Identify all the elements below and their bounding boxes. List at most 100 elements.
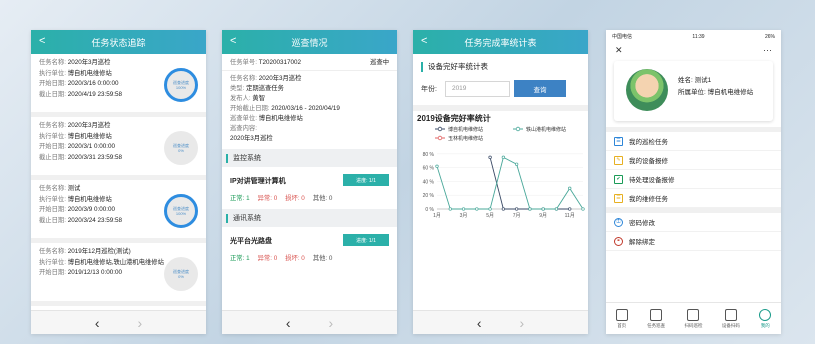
- tab-item[interactable]: 设备扫码: [722, 308, 740, 329]
- other-count: 其他: 0: [312, 195, 333, 202]
- data-point: [501, 155, 506, 159]
- task-field-name: 任务名称: 2020年3月巡检: [39, 121, 198, 132]
- order-row: 任务单号: T20200317002 巡查中: [222, 54, 397, 71]
- legend-marker: [437, 135, 443, 141]
- detail-label: 任务名称:: [230, 75, 257, 82]
- section-title: 通讯系统: [233, 215, 261, 222]
- menu-icon: ✎: [614, 155, 623, 165]
- menu-item[interactable]: ✎ 我的设备报修: [606, 151, 781, 170]
- field-label: 截止日期:: [39, 153, 66, 161]
- year-label: 年份:: [421, 85, 437, 93]
- field-label: 任务名称:: [39, 248, 66, 255]
- query-button[interactable]: 查询: [513, 80, 566, 97]
- task-card[interactable]: 任务名称: 2020年3月巡检 执行单位: 博自机电维修站 开始日期: 2020/3…: [31, 117, 206, 180]
- nav-back-icon[interactable]: ‹: [95, 315, 100, 331]
- menu-item[interactable]: ⚿ 密码修改: [606, 213, 781, 232]
- progress-ring: 巡查进度 100%: [164, 194, 198, 228]
- field-value: 测试: [67, 185, 81, 192]
- detail-label: 巡查单位:: [230, 115, 257, 122]
- detail-row: 巡查单位: 博自机电维修站: [230, 114, 389, 124]
- year-input[interactable]: 2019: [444, 80, 510, 97]
- y-tick-label: 20 %: [423, 193, 435, 199]
- back-icon[interactable]: <: [230, 34, 236, 48]
- menu-item[interactable]: ☰ 我的维修任务: [606, 189, 781, 208]
- tab-item[interactable]: 首页: [615, 308, 628, 329]
- field-value: 2020年3月巡检: [67, 122, 111, 129]
- progress-value: 100%: [175, 85, 187, 90]
- menu-icon: ⚭: [614, 236, 623, 246]
- data-point: [568, 207, 572, 211]
- back-icon[interactable]: <: [421, 34, 427, 48]
- y-tick-label: 60 %: [423, 166, 435, 172]
- field-value: 2020/3/9 0:00:00: [67, 206, 115, 214]
- task-card[interactable]: 任务名称: 2019年12月巡检(测试) 执行单位: 博自机电维修站,轶山港机电维…: [31, 243, 206, 306]
- x-tick-label: 7月: [513, 213, 521, 219]
- legend-marker: [515, 126, 521, 132]
- data-point: [501, 207, 506, 211]
- data-point: [448, 207, 452, 211]
- menu-label: 密码修改: [629, 220, 655, 227]
- series-line: [489, 157, 570, 210]
- task-card[interactable]: 任务名称: 测试 执行单位: 博自机电维修站 开始日期: 2020/3/9 0:00…: [31, 180, 206, 243]
- detail-value: 2020/03/16 - 2020/04/19: [271, 105, 340, 112]
- field-label: 截止日期:: [39, 90, 66, 98]
- line-chart: 2019设备完好率统计博自机电维修站 轶山港机电维修站玉林机电维修站0 %20 %…: [417, 113, 585, 219]
- field-label: 任务名称:: [39, 122, 66, 129]
- menu-icon: ☰: [614, 136, 623, 146]
- data-point: [514, 207, 519, 211]
- back-icon[interactable]: <: [39, 34, 45, 48]
- tab-icon: [615, 308, 628, 321]
- device-item[interactable]: 光平台光路盘 进度: 1/1 正常: 1 异常: 0 损坏: 0 其他: 0: [222, 227, 397, 269]
- screen-statistics: < 任务完成率统计表 设备完好率统计表 年份: 2019 查询 2019设备完好…: [413, 30, 588, 334]
- tab-item[interactable]: 我的: [759, 308, 772, 329]
- progress-button[interactable]: 进度: 1/1: [343, 174, 389, 186]
- tab-item[interactable]: 扫码巡检: [684, 308, 702, 329]
- more-icon[interactable]: ···: [763, 45, 772, 55]
- menu-item[interactable]: ☰ 我的巡检任务: [606, 132, 781, 151]
- data-point: [528, 207, 532, 211]
- tab-label: 任务巡查: [647, 322, 666, 328]
- nav-forward-icon[interactable]: ›: [520, 315, 525, 331]
- damaged-count: 损坏: 0: [285, 195, 305, 202]
- menu-icon: ⚿: [614, 217, 623, 227]
- browser-nav: ‹ ›: [31, 310, 206, 334]
- data-point: [554, 207, 559, 211]
- task-field-name: 任务名称: 测试: [39, 184, 198, 195]
- field-value: 2019年12月巡检(测试): [67, 248, 131, 255]
- progress-value: 100%: [175, 211, 187, 216]
- menu-icon: ☰: [614, 193, 623, 203]
- field-value: 2020年3月巡检: [67, 59, 111, 66]
- data-point: [568, 186, 572, 190]
- close-icon[interactable]: ✕: [615, 45, 623, 56]
- clock: 11:39: [692, 33, 705, 40]
- section-title: 监控系统: [233, 155, 261, 162]
- progress-value: 0%: [178, 148, 184, 153]
- user-unit: 所属单位: 博自机电维修站: [678, 89, 754, 96]
- tab-icon: [759, 308, 772, 321]
- task-field-name: 任务名称: 2019年12月巡检(测试): [39, 247, 198, 258]
- screen-inspection-detail: < 巡查情况 任务单号: T20200317002 巡查中 任务名称: 2020…: [222, 30, 397, 334]
- detail-value: 黄智: [252, 95, 265, 102]
- menu-item[interactable]: ⚭ 解除绑定: [606, 232, 781, 251]
- section-header: 通讯系统: [222, 209, 397, 227]
- menu-label: 待处理设备报修: [629, 177, 675, 184]
- nav-back-icon[interactable]: ‹: [286, 315, 291, 331]
- device-item[interactable]: IP对讲管理计算机 进度: 1/1 正常: 1 异常: 0 损坏: 0 其他: 0: [222, 167, 397, 209]
- tab-item[interactable]: 任务巡查: [647, 308, 666, 329]
- task-card[interactable]: 任务名称: 2020年3月巡检 执行单位: 博自机电维修站 开始日期: 2020/3…: [31, 54, 206, 117]
- nav-back-icon[interactable]: ‹: [477, 315, 482, 331]
- data-point: [514, 162, 519, 166]
- detail-row: 开始截止日期: 2020/03/16 - 2020/04/19: [230, 104, 389, 114]
- progress-button[interactable]: 进度: 1/1: [343, 234, 389, 246]
- field-label: 开始日期:: [39, 269, 66, 277]
- tab-label: 首页: [617, 322, 627, 328]
- field-value: 博自机电维修站: [67, 132, 112, 140]
- tab-icon: [650, 308, 663, 321]
- field-label: 执行单位:: [39, 132, 66, 140]
- user-name: 姓名: 测试1: [678, 77, 712, 84]
- menu-item[interactable]: ✔ 待处理设备报修: [606, 170, 781, 189]
- menu-label: 解除绑定: [629, 239, 655, 246]
- nav-forward-icon[interactable]: ›: [329, 315, 334, 331]
- nav-forward-icon[interactable]: ›: [138, 315, 143, 331]
- field-label: 执行单位:: [39, 195, 66, 203]
